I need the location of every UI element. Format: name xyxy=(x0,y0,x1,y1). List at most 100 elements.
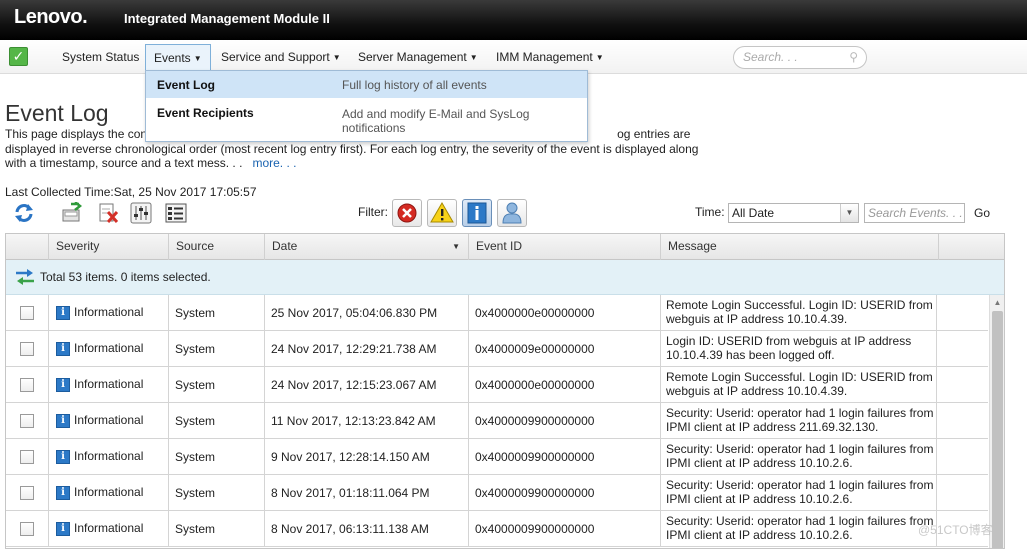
date-cell: 25 Nov 2017, 05:04:06.830 PM xyxy=(265,295,469,331)
column-header-date[interactable]: Date ▼ xyxy=(265,234,469,260)
date-text: 24 Nov 2017, 12:15:23.067 AM xyxy=(271,378,437,392)
source-text: System xyxy=(175,450,216,464)
filter-info-button[interactable] xyxy=(462,199,492,227)
row-checkbox[interactable] xyxy=(20,414,34,428)
chevron-down-icon: ▼ xyxy=(332,53,341,63)
nav-label: System Status xyxy=(62,50,140,64)
watermark: @51CTO博客 xyxy=(918,523,993,537)
chevron-down-icon: ▼ xyxy=(469,53,478,63)
selection-summary: Total 53 items. 0 items selected. xyxy=(40,270,211,284)
desc-text: with a timestamp, source and a text mess… xyxy=(5,156,243,170)
select-all-column[interactable] xyxy=(6,234,49,260)
events-dropdown-menu: Event Log Full log history of all events… xyxy=(145,70,588,142)
desc-text: This page displays the con xyxy=(5,127,148,141)
message-cell: Login ID: USERID from webguis at IP addr… xyxy=(661,331,937,367)
column-label: Source xyxy=(176,239,215,253)
check-icon[interactable]: ✓ xyxy=(9,47,28,66)
menu-item-event-log[interactable]: Event Log Full log history of all events xyxy=(146,71,587,98)
message-text: Remote Login Successful. Login ID: USERI… xyxy=(666,370,933,398)
lenovo-logo: Lenovo. xyxy=(14,6,88,28)
row-checkbox[interactable] xyxy=(20,486,34,500)
desc-text: displayed in reverse chronological order… xyxy=(5,141,699,156)
more-link[interactable]: more. . . xyxy=(252,156,296,170)
checkbox-cell xyxy=(6,511,49,547)
search-input[interactable]: Search. . . ⚲ xyxy=(733,46,867,69)
refresh-icon[interactable] xyxy=(13,202,35,224)
table-row[interactable]: i Informational System 24 Nov 2017, 12:15:2… xyxy=(6,367,988,403)
table-summary-row: Total 53 items. 0 items selected. xyxy=(6,260,1004,295)
row-checkbox[interactable] xyxy=(20,306,34,320)
filter-warning-button[interactable] xyxy=(427,199,457,227)
desc-text: og entries are xyxy=(617,127,691,141)
source-text: System xyxy=(175,414,216,428)
nav-label: Events xyxy=(154,51,191,65)
table-row[interactable]: i Informational System 8 Nov 2017, 06:13:11… xyxy=(6,511,988,547)
event-id-text: 0x4000000e00000000 xyxy=(475,306,595,320)
time-range-value: All Date xyxy=(732,206,775,220)
message-cell: Security: Userid: operator had 1 login f… xyxy=(661,511,937,547)
menu-item-event-recipients[interactable]: Event Recipients Add and modify E-Mail a… xyxy=(146,98,587,142)
table-row[interactable]: i Informational System 9 Nov 2017, 12:28:14… xyxy=(6,439,988,475)
date-text: 8 Nov 2017, 01:18:11.064 PM xyxy=(271,486,430,500)
event-id-cell: 0x4000009e00000000 xyxy=(469,331,661,367)
chevron-down-icon[interactable]: ▼ xyxy=(840,204,858,222)
time-range-select[interactable]: All Date ▼ xyxy=(728,203,859,223)
row-checkbox[interactable] xyxy=(20,342,34,356)
columns-icon[interactable] xyxy=(165,202,187,224)
search-icon[interactable]: ⚲ xyxy=(849,47,858,68)
source-cell: System xyxy=(169,331,265,367)
message-text: Remote Login Successful. Login ID: USERI… xyxy=(666,298,933,326)
severity-text: Informational xyxy=(74,485,144,499)
severity-cell: i Informational xyxy=(49,475,169,511)
event-id-cell: 0x4000009900000000 xyxy=(469,403,661,439)
export-icon[interactable] xyxy=(61,202,83,224)
date-cell: 9 Nov 2017, 12:28:14.150 AM xyxy=(265,439,469,475)
date-text: 25 Nov 2017, 05:04:06.830 PM xyxy=(271,306,438,320)
event-id-cell: 0x4000009900000000 xyxy=(469,475,661,511)
severity-text: Informational xyxy=(74,305,144,319)
main-nav: ✓ System Status Events ▼ Service and Supp… xyxy=(0,40,1027,74)
menu-item-label: Event Log xyxy=(157,78,216,92)
table-row[interactable]: i Informational System 8 Nov 2017, 01:18:11… xyxy=(6,475,988,511)
row-checkbox[interactable] xyxy=(20,450,34,464)
info-icon xyxy=(467,202,487,224)
scroll-thumb[interactable] xyxy=(992,311,1003,548)
date-cell: 24 Nov 2017, 12:15:23.067 AM xyxy=(265,367,469,403)
date-text: 24 Nov 2017, 12:29:21.738 AM xyxy=(271,342,437,356)
table-row[interactable]: i Informational System 24 Nov 2017, 12:29:2… xyxy=(6,331,988,367)
source-cell: System xyxy=(169,511,265,547)
message-cell: Remote Login Successful. Login ID: USERI… xyxy=(661,367,937,403)
column-header-source[interactable]: Source xyxy=(169,234,265,260)
clear-log-icon[interactable] xyxy=(97,202,119,224)
info-icon: i xyxy=(56,306,70,320)
vertical-scrollbar[interactable]: ▲ xyxy=(989,295,1004,548)
row-checkbox[interactable] xyxy=(20,522,34,536)
nav-label: IMM Management xyxy=(496,50,593,64)
settings-sliders-icon[interactable] xyxy=(130,202,152,224)
column-label: Event ID xyxy=(476,239,523,253)
event-id-text: 0x4000009900000000 xyxy=(475,450,595,464)
filter-audit-button[interactable] xyxy=(497,199,527,227)
checkbox-cell xyxy=(6,475,49,511)
date-text: 11 Nov 2017, 12:13:23.842 AM xyxy=(271,414,436,428)
filter-error-button[interactable] xyxy=(392,199,422,227)
table-row[interactable]: i Informational System 25 Nov 2017, 05:04:0… xyxy=(6,295,988,331)
column-label: Date xyxy=(272,239,298,253)
go-button[interactable]: Go xyxy=(974,206,990,220)
scroll-up-icon[interactable]: ▲ xyxy=(990,297,1004,309)
table-row[interactable]: i Informational System 11 Nov 2017, 12:13:2… xyxy=(6,403,988,439)
source-cell: System xyxy=(169,475,265,511)
column-header-message[interactable]: Message xyxy=(661,234,939,260)
events-search-input[interactable]: Search Events. . . xyxy=(864,203,965,223)
severity-text: Informational xyxy=(74,413,144,427)
event-id-cell: 0x4000000e00000000 xyxy=(469,295,661,331)
severity-cell: i Informational xyxy=(49,331,169,367)
transfer-arrows-icon xyxy=(16,269,34,285)
row-checkbox[interactable] xyxy=(20,378,34,392)
column-header-severity[interactable]: Severity xyxy=(49,234,169,260)
column-header-event-id[interactable]: Event ID xyxy=(469,234,661,260)
nav-system-status[interactable]: System Status xyxy=(54,44,147,74)
message-cell: Security: Userid: operator had 1 login f… xyxy=(661,439,937,475)
sort-desc-icon: ▼ xyxy=(452,242,460,251)
time-label: Time: xyxy=(695,205,725,219)
